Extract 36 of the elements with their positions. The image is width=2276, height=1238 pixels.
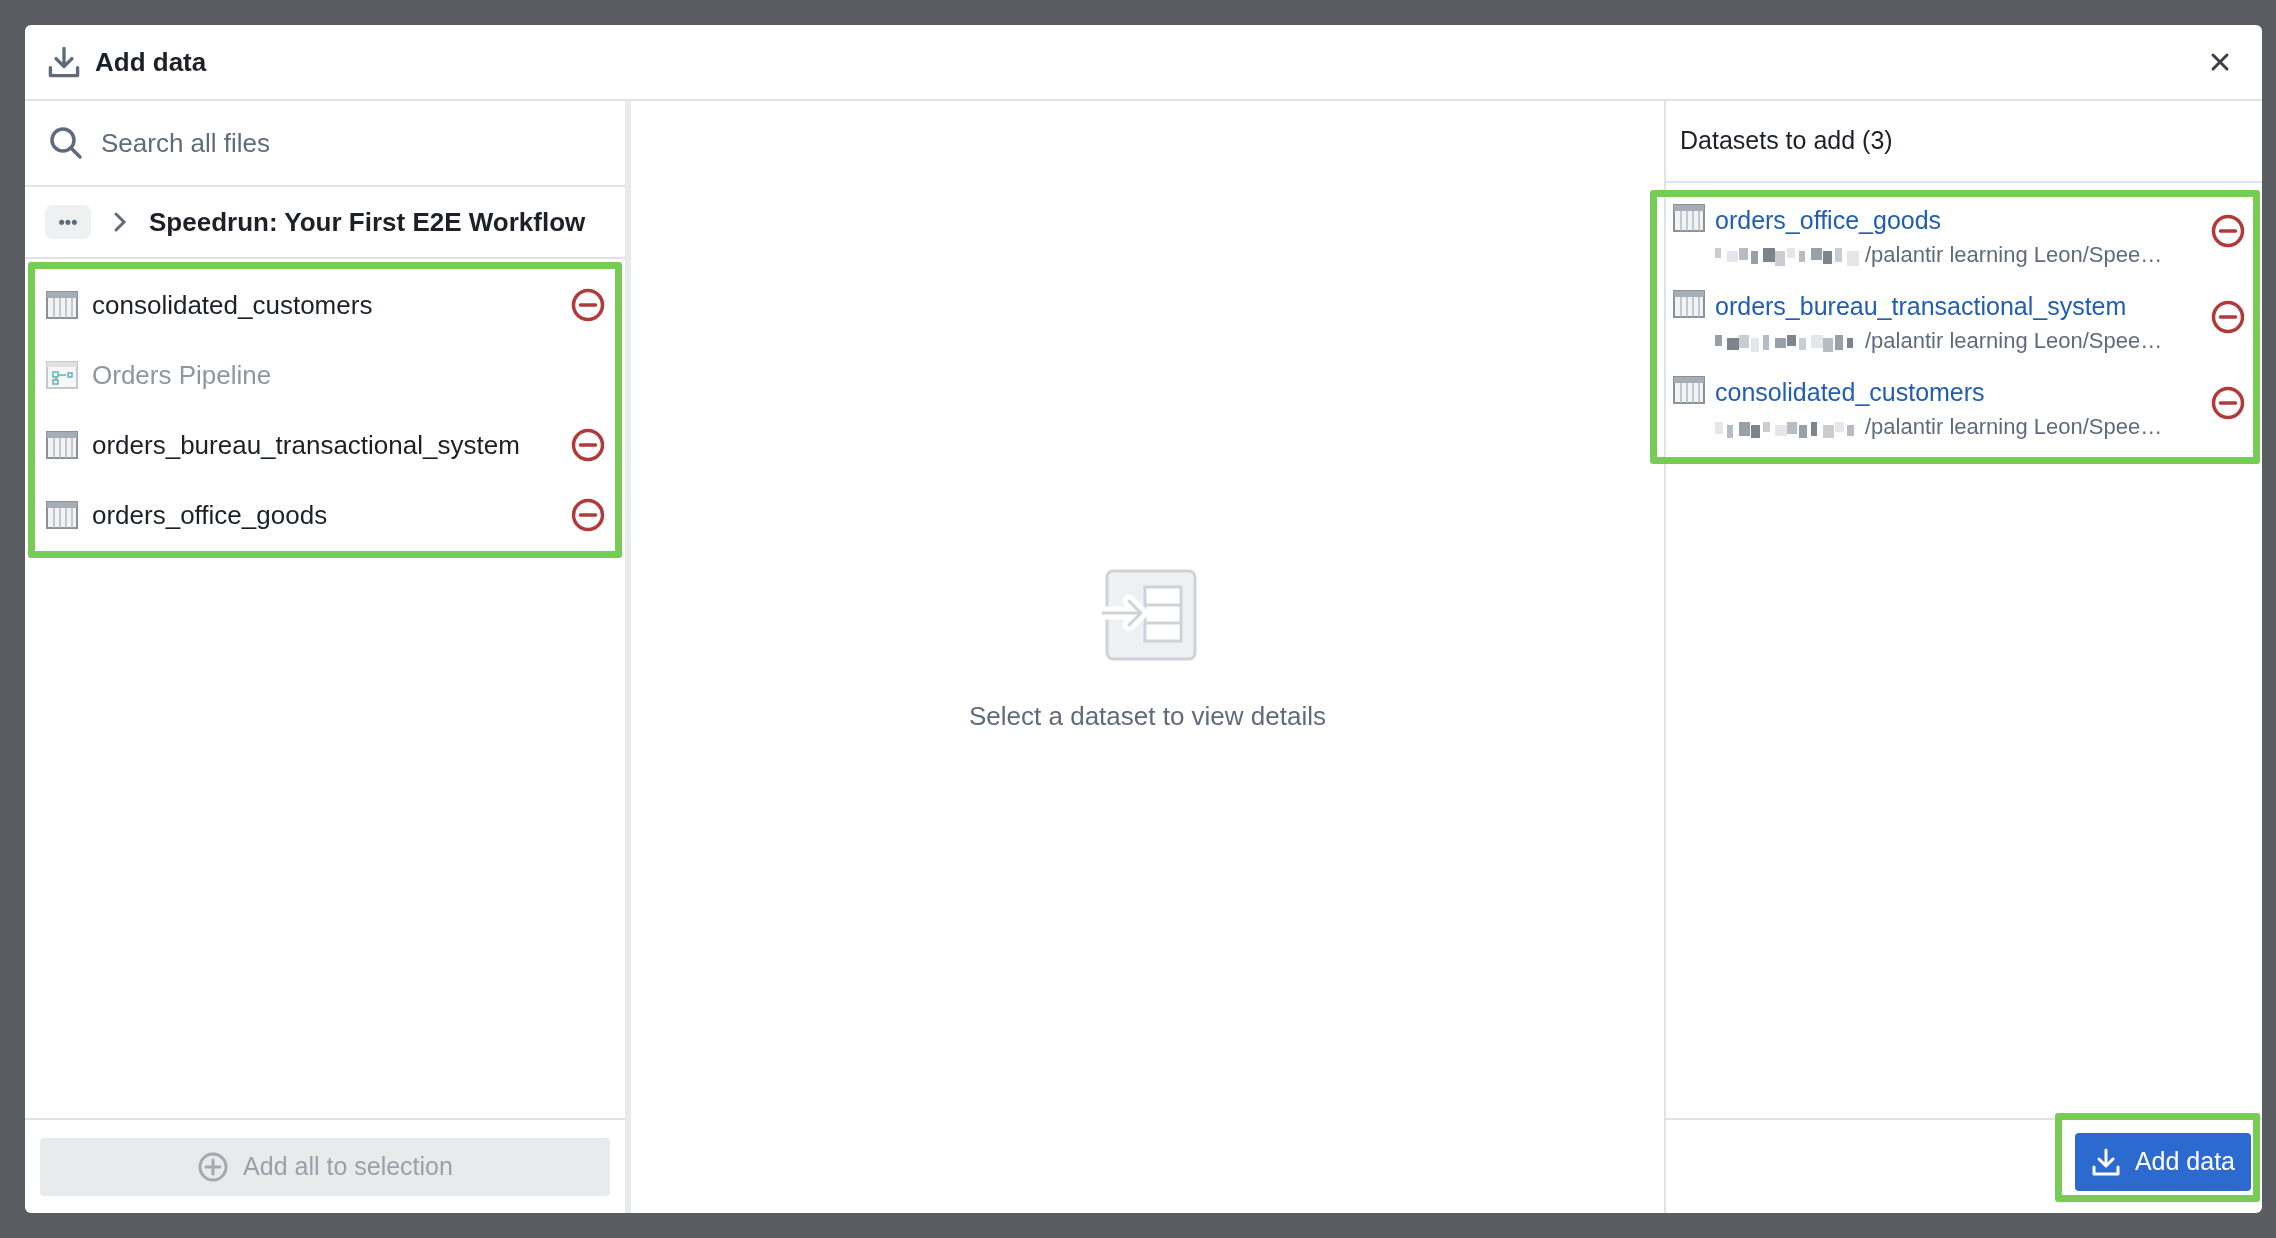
file-item[interactable]: orders_bureau_transactional_system: [35, 410, 615, 480]
file-item[interactable]: consolidated_customers: [35, 270, 615, 340]
remove-icon[interactable]: [2211, 386, 2245, 420]
remove-icon[interactable]: [2211, 300, 2245, 334]
dataset-link[interactable]: consolidated_customers: [1715, 376, 2201, 408]
breadcrumb-folder[interactable]: Speedrun: Your First E2E Workflow: [149, 202, 586, 242]
pipeline-icon: [46, 361, 78, 389]
chevron-right-icon: [113, 211, 127, 233]
dataset-path: /palantir learning Leon/Spee…: [1865, 327, 2163, 355]
dataset-link[interactable]: orders_bureau_transactional_system: [1715, 290, 2201, 322]
dataset-path: /palantir learning Leon/Spee…: [1865, 413, 2163, 441]
table-icon: [46, 431, 78, 459]
dialog-title: Add data: [95, 45, 208, 79]
table-icon: [46, 291, 78, 319]
table-icon: [1673, 290, 1705, 318]
remove-icon[interactable]: [571, 428, 605, 462]
dataset-link[interactable]: orders_office_goods: [1715, 204, 2201, 236]
dataset-path: /palantir learning Leon/Spee…: [1865, 241, 2163, 269]
download-icon: [47, 45, 81, 79]
more-button[interactable]: •••: [45, 205, 91, 239]
remove-icon[interactable]: [571, 498, 605, 532]
search-field[interactable]: Search all files: [101, 123, 601, 163]
close-icon[interactable]: [2210, 52, 2230, 72]
table-icon: [1673, 204, 1705, 232]
add-dataset-icon: [1098, 568, 1197, 661]
table-icon: [46, 501, 78, 529]
search-icon: [49, 126, 83, 160]
empty-state-message: Select a dataset to view details: [969, 699, 1326, 733]
plus-circle-icon: [197, 1150, 230, 1183]
selection-title: Datasets to add (3): [1680, 125, 1893, 157]
add-data-button[interactable]: Add data: [2074, 1133, 2251, 1191]
download-icon: [2090, 1147, 2121, 1177]
remove-icon[interactable]: [2211, 214, 2245, 248]
remove-icon[interactable]: [571, 288, 605, 322]
file-item[interactable]: orders_office_goods: [35, 480, 615, 550]
table-icon: [1673, 376, 1705, 404]
